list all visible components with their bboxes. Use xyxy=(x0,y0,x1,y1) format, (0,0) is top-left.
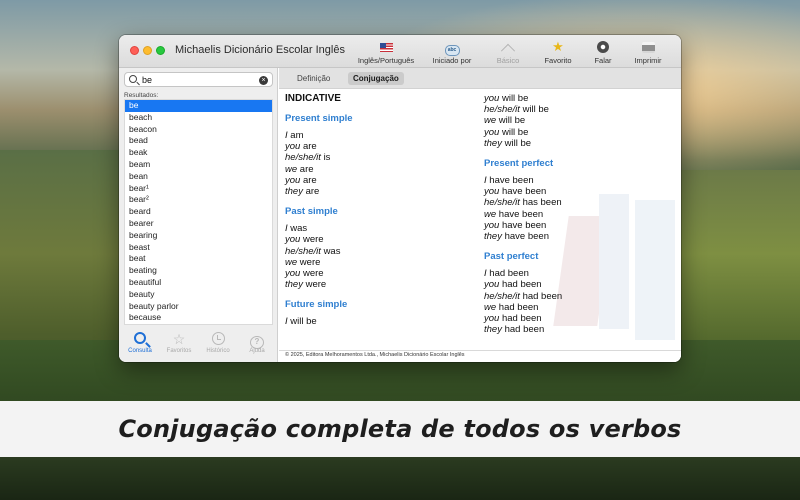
list-item[interactable]: beat xyxy=(125,253,272,265)
tab-historico[interactable]: Histórico xyxy=(200,330,236,362)
star-outline-icon: ☆ xyxy=(172,331,186,347)
bottom-landscape-strip xyxy=(0,457,800,500)
list-item[interactable]: beautiful xyxy=(125,277,272,289)
conjugation-line: we had been xyxy=(484,301,539,313)
tab-definition[interactable]: Definição xyxy=(292,72,335,85)
conjugation-line: he/she/it was xyxy=(285,245,341,257)
section-title: Past perfect xyxy=(484,251,539,263)
results-list[interactable]: be beach beacon bead beak beam bean bear… xyxy=(124,99,273,325)
conjugation-line: you had been xyxy=(484,313,542,325)
conjugation-right-column: you will be he/she/it will be we will be… xyxy=(484,93,674,335)
list-item[interactable]: beam xyxy=(125,159,272,171)
tab-conjugation[interactable]: Conjugação xyxy=(348,72,404,85)
printer-icon xyxy=(641,42,655,53)
conjugation-line: we have been xyxy=(484,208,544,220)
caption-text: Conjugação completa de todos os verbos xyxy=(118,415,682,443)
tab-ajuda[interactable]: ? Ajuda xyxy=(239,330,275,362)
clear-search-icon[interactable]: × xyxy=(259,75,268,85)
list-item[interactable]: beach xyxy=(125,112,272,124)
conjugation-line: you will be xyxy=(484,93,529,104)
conjugation-line: I will be xyxy=(285,316,317,328)
conjugation-line: he/she/it has been xyxy=(484,197,562,209)
zoom-button[interactable] xyxy=(156,46,165,55)
conjugation-line: you are xyxy=(285,174,317,186)
conjugation-line: we are xyxy=(285,163,314,175)
conjugation-panel: INDICATIVE Present simple I am you are h… xyxy=(279,89,681,362)
list-item[interactable]: bean xyxy=(125,171,272,183)
list-item[interactable]: bear² xyxy=(125,194,272,206)
speaker-icon xyxy=(597,41,609,53)
bottom-tab-bar: Consulta ☆ Favoritos Histórico ? Ajuda xyxy=(119,330,277,362)
conjugation-line: they have been xyxy=(484,231,549,243)
close-button[interactable] xyxy=(130,46,139,55)
list-item[interactable]: beast xyxy=(125,242,272,254)
list-item[interactable]: because xyxy=(125,312,272,324)
list-item[interactable]: bear¹ xyxy=(125,183,272,195)
conjugation-line: they are xyxy=(285,186,320,198)
section-title: Past simple xyxy=(285,206,338,218)
conjugation-line: you had been xyxy=(484,279,542,291)
section-title: Present perfect xyxy=(484,158,554,170)
starts-with-toolbar-button[interactable]: abc Iniciado por xyxy=(420,39,484,67)
list-item[interactable]: bead xyxy=(125,135,272,147)
list-item[interactable]: beauty parlor xyxy=(125,301,272,313)
conjugation-line: I had been xyxy=(484,268,529,280)
conjugation-line: you have been xyxy=(484,219,547,231)
conjugation-line: I was xyxy=(285,223,308,235)
section-title: Present simple xyxy=(285,113,353,124)
conjugation-line: you were xyxy=(285,234,324,246)
list-item[interactable]: beard xyxy=(125,206,272,218)
list-item[interactable]: be xyxy=(125,100,272,112)
tab-favoritos[interactable]: ☆ Favoritos xyxy=(161,330,197,362)
conjugation-line: you are xyxy=(285,141,317,153)
tab-consulta[interactable]: Consulta xyxy=(122,330,158,362)
conjugation-line: they were xyxy=(285,279,327,291)
conjugation-line: he/she/it is xyxy=(285,152,331,164)
minimize-button[interactable] xyxy=(143,46,152,55)
conjugation-line: they will be xyxy=(484,137,532,149)
sidebar: × Resultados: be beach beacon bead beak … xyxy=(119,68,278,362)
search-icon xyxy=(129,75,137,83)
conjugation-line: we were xyxy=(285,256,321,268)
search-icon xyxy=(134,332,146,344)
clock-icon xyxy=(211,332,225,345)
results-label: Resultados: xyxy=(124,92,159,99)
conjugation-line: you have been xyxy=(484,186,547,198)
conjugation-line: you will be xyxy=(484,126,529,138)
search-field[interactable]: × xyxy=(124,72,273,87)
list-item[interactable]: beating xyxy=(125,265,272,277)
list-item[interactable]: beauty xyxy=(125,289,272,301)
conjugation-line: he/she/it will be xyxy=(484,104,549,116)
mood-heading: INDICATIVE xyxy=(285,93,341,104)
language-toolbar-button[interactable]: Inglês/Português xyxy=(354,39,418,67)
copyright-footer: © 2025, Editora Melhoramentos Ltda., Mic… xyxy=(279,350,681,362)
list-item[interactable]: bearer xyxy=(125,218,272,230)
list-item[interactable]: beacon xyxy=(125,124,272,136)
conjugation-line: he/she/it had been xyxy=(484,290,563,302)
conjugation-line: they had been xyxy=(484,324,545,336)
conjugation-line: we will be xyxy=(484,115,526,127)
window-title: Michaelis Dicionário Escolar Inglês xyxy=(175,44,345,56)
content-tab-bar: Definição Conjugação xyxy=(279,68,681,89)
print-toolbar-button[interactable]: Imprimir xyxy=(616,39,680,67)
search-input[interactable] xyxy=(142,74,252,86)
title-bar: Michaelis Dicionário Escolar Inglês Ingl… xyxy=(119,35,681,68)
list-item[interactable]: beak xyxy=(125,147,272,159)
conjugation-left-column: INDICATIVE Present simple I am you are h… xyxy=(285,93,475,328)
caption-banner: Conjugação completa de todos os verbos xyxy=(0,401,800,457)
starts-with-icon: abc xyxy=(444,45,460,56)
app-window: Michaelis Dicionário Escolar Inglês Ingl… xyxy=(119,35,681,362)
conjugation-line: you were xyxy=(285,268,324,280)
list-item[interactable]: bearing xyxy=(125,230,272,242)
section-title: Future simple xyxy=(285,299,348,311)
us-flag-icon xyxy=(379,43,393,52)
conjugation-line: I have been xyxy=(484,175,534,187)
conjugation-line: I am xyxy=(285,130,304,141)
